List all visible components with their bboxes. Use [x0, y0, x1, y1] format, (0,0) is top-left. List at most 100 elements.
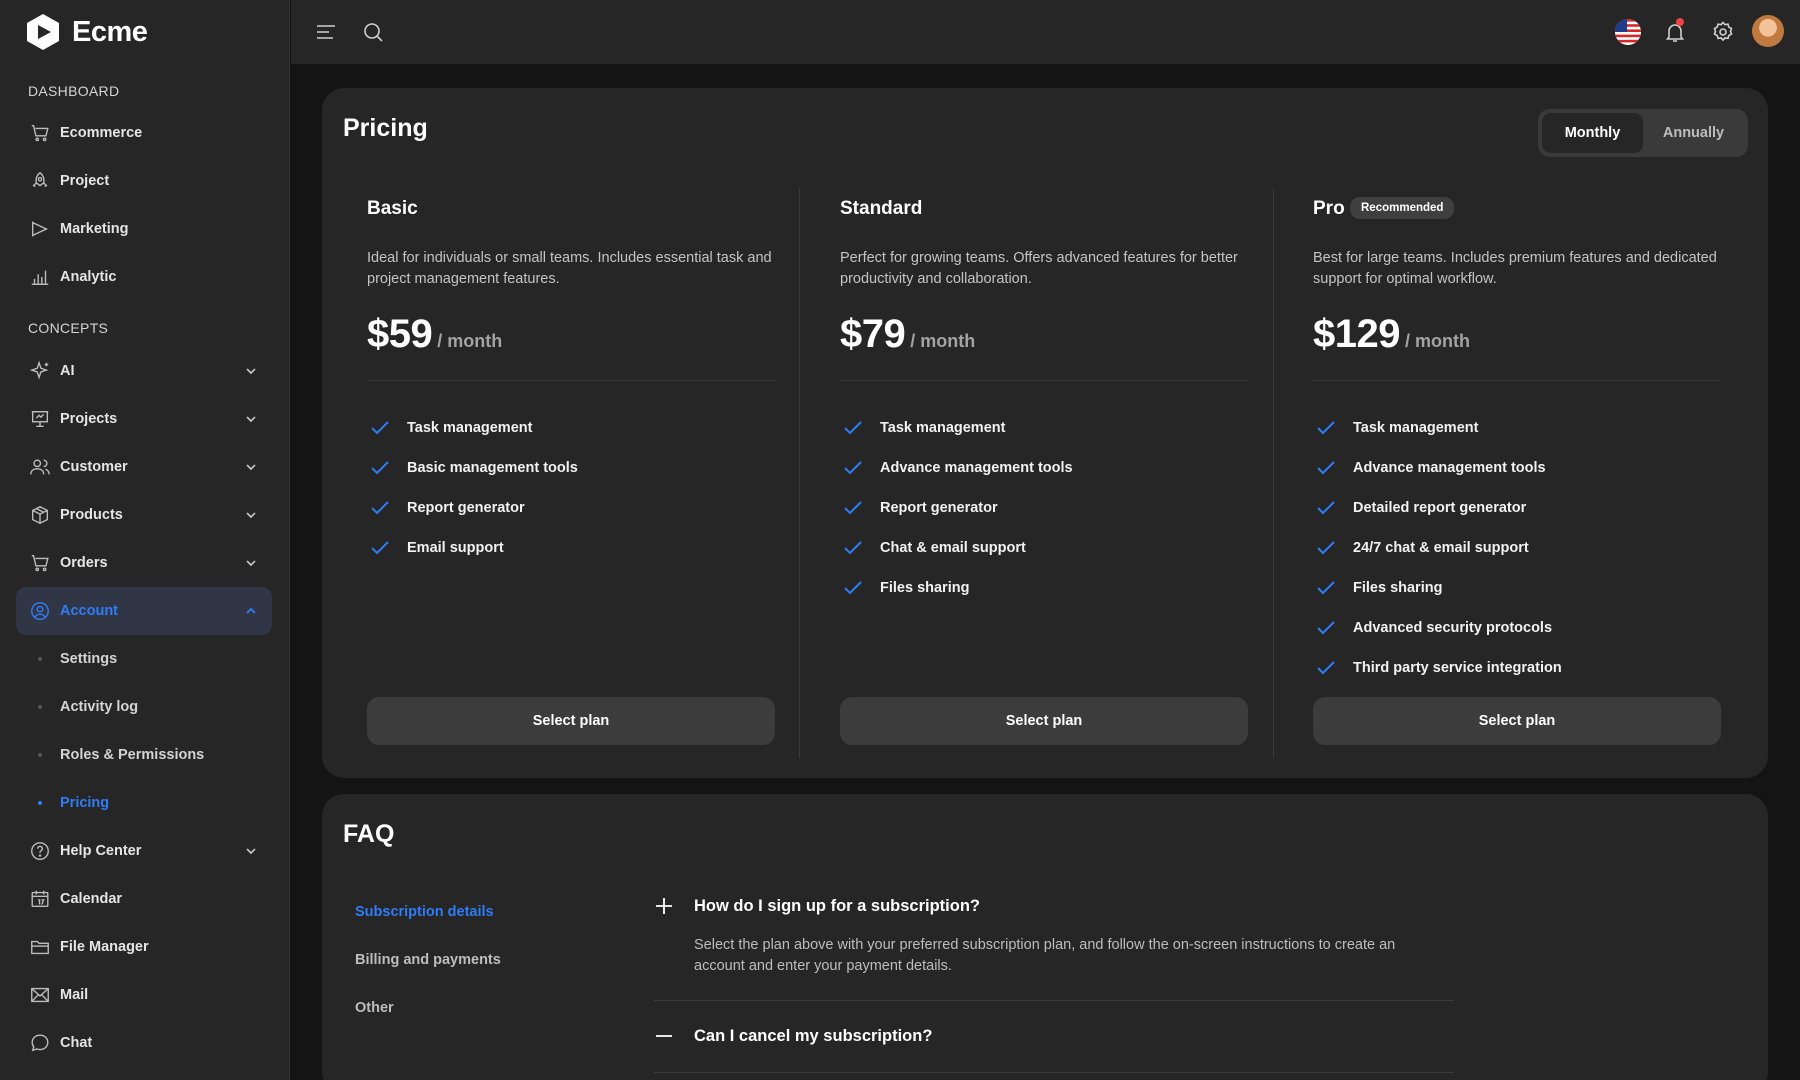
plan-standard: Standard Perfect for growing teams. Offe…	[840, 188, 1248, 748]
sidebar-subitem-pricing[interactable]: Pricing	[16, 781, 272, 825]
sidebar-subitem-label: Activity log	[60, 699, 139, 715]
feature-label: Detailed report generator	[1353, 500, 1527, 516]
sidebar-item-label: Customer	[60, 459, 128, 475]
recommended-badge: Recommended	[1350, 197, 1455, 219]
feature-label: 24/7 chat & email support	[1353, 540, 1529, 556]
sidebar-subitem-label: Settings	[60, 651, 118, 667]
feature-label: Third party service integration	[1353, 660, 1562, 676]
check-icon	[1315, 537, 1337, 559]
sidebar-item-account[interactable]: Account	[16, 587, 272, 635]
sidebar-item-analytic[interactable]: Analytic	[16, 253, 272, 301]
feature-label: Files sharing	[880, 580, 970, 596]
divider	[367, 380, 775, 381]
divider	[1313, 380, 1721, 381]
select-plan-button[interactable]: Select plan	[367, 697, 775, 745]
feature-item: Files sharing	[1313, 576, 1442, 600]
sidebar-item-projects[interactable]: Projects	[16, 395, 272, 443]
faq-question[interactable]: Can I cancel my subscription?	[654, 1023, 932, 1049]
plan-description: Ideal for individuals or small teams. In…	[367, 250, 772, 287]
feature-item: Task management	[840, 416, 1005, 440]
sidebar-item-help-center[interactable]: Help Center	[16, 827, 272, 875]
check-icon	[842, 417, 864, 439]
plan-divider	[1273, 188, 1274, 758]
bullet-dot	[38, 705, 42, 709]
feature-label: Email support	[407, 540, 504, 556]
sidebar-subitem-settings[interactable]: Settings	[16, 637, 272, 681]
sidebar-item-chat[interactable]: Chat	[16, 1019, 272, 1067]
sidebar-item-label: Ecommerce	[60, 125, 143, 141]
plan-price: $79 / month	[840, 312, 975, 357]
feature-label: Task management	[1353, 420, 1479, 436]
plan-basic: Basic Ideal for individuals or small tea…	[367, 188, 775, 748]
feature-label: Chat & email support	[880, 540, 1026, 556]
gear-icon[interactable]	[1711, 20, 1735, 44]
plan-divider	[799, 188, 800, 758]
feature-label: Advanced security protocols	[1353, 620, 1553, 636]
sidebar-item-orders[interactable]: Orders	[16, 539, 272, 587]
price-unit: / month	[437, 331, 503, 351]
faq-question[interactable]: How do I sign up for a subscription?	[654, 893, 980, 919]
plan-price: $59 / month	[367, 312, 502, 357]
sidebar-item-label: Projects	[60, 411, 118, 427]
us-flag-icon[interactable]	[1615, 19, 1641, 45]
feature-item: Report generator	[840, 496, 998, 520]
sidebar-item-label: Analytic	[60, 269, 117, 285]
feature-item: Chat & email support	[840, 536, 1026, 560]
select-plan-button[interactable]: Select plan	[840, 697, 1248, 745]
check-icon	[842, 537, 864, 559]
sidebar-subitem-roles-permissions[interactable]: Roles & Permissions	[16, 733, 272, 777]
faq-category-subscription[interactable]: Subscription details	[355, 904, 494, 920]
sidebar-item-calendar[interactable]: Calendar	[16, 875, 272, 923]
faq-category-billing[interactable]: Billing and payments	[355, 952, 501, 968]
toggle-annually[interactable]: Annually	[1643, 113, 1744, 153]
divider	[654, 1072, 1454, 1073]
sidebar-item-file-manager[interactable]: File Manager	[16, 923, 272, 971]
feature-item: Advance management tools	[840, 456, 1073, 480]
search-icon[interactable]	[361, 20, 385, 44]
sidebar-item-label: Project	[60, 173, 110, 189]
toggle-monthly[interactable]: Monthly	[1542, 113, 1643, 153]
bullet-dot	[38, 753, 42, 757]
faq-question-text: Can I cancel my subscription?	[694, 1026, 933, 1045]
sidebar-item-products[interactable]: Products	[16, 491, 272, 539]
sidebar: Ecme DASHBOARD Ecommerce Project Marketi…	[0, 0, 290, 1080]
avatar[interactable]	[1752, 15, 1784, 47]
menu-icon[interactable]	[314, 20, 338, 44]
brand-logo[interactable]: Ecme	[24, 12, 148, 52]
box-icon	[28, 503, 52, 527]
sidebar-item-label: Mail	[60, 987, 89, 1003]
faq-category-other[interactable]: Other	[355, 1000, 394, 1016]
sidebar-item-customer[interactable]: Customer	[16, 443, 272, 491]
sidebar-item-label: Products	[60, 507, 123, 523]
plan-description: Best for large teams. Includes premium f…	[1313, 250, 1717, 287]
faq-answer: Select the plan above with your preferre…	[694, 937, 1396, 974]
chat-icon	[28, 1031, 52, 1055]
check-icon	[1315, 497, 1337, 519]
minus-icon	[654, 1026, 674, 1046]
divider	[840, 380, 1248, 381]
faq-question-text: How do I sign up for a subscription?	[694, 896, 980, 915]
bar-chart-icon	[28, 265, 52, 289]
sidebar-item-mail[interactable]: Mail	[16, 971, 272, 1019]
chevron-down-icon	[244, 364, 258, 378]
feature-item: Files sharing	[840, 576, 969, 600]
sidebar-item-marketing[interactable]: Marketing	[16, 205, 272, 253]
plan-name: Standard	[840, 198, 923, 219]
sidebar-item-label: Help Center	[60, 843, 142, 859]
sidebar-item-ecommerce[interactable]: Ecommerce	[16, 109, 272, 157]
price-unit: / month	[910, 331, 976, 351]
sidebar-item-project[interactable]: Project	[16, 157, 272, 205]
select-plan-button[interactable]: Select plan	[1313, 697, 1721, 745]
price-amount: $79	[840, 312, 906, 356]
feature-label: Advance management tools	[1353, 460, 1546, 476]
price-amount: $129	[1313, 312, 1400, 356]
chevron-down-icon	[244, 460, 258, 474]
sidebar-subitem-activity-log[interactable]: Activity log	[16, 685, 272, 729]
feature-item: 24/7 chat & email support	[1313, 536, 1529, 560]
feature-item: Task management	[367, 416, 532, 440]
cart-icon	[28, 121, 52, 145]
top-header	[291, 0, 1800, 64]
pricing-card: Pricing Monthly Annually Basic Ideal for…	[322, 88, 1768, 778]
sidebar-item-ai[interactable]: AI	[16, 347, 272, 395]
plan-price: $129 / month	[1313, 312, 1470, 357]
